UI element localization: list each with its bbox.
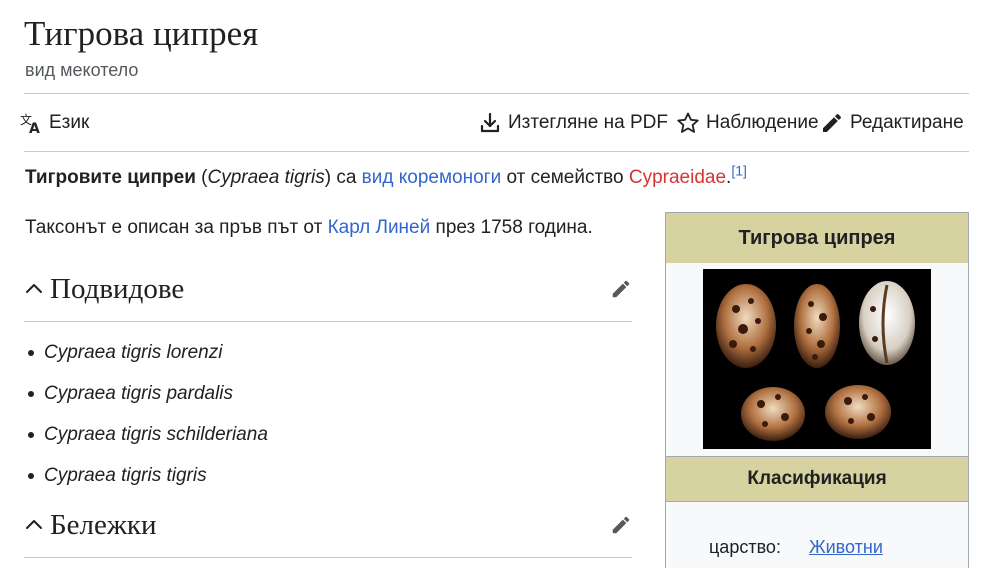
section-edit-pencil-icon[interactable] [610, 278, 632, 300]
title-divider [24, 93, 969, 94]
lead-paragraph: Тигровите ципреи (Cypraea tigris) са вид… [25, 164, 747, 192]
watch-button[interactable]: Наблюдение [676, 95, 819, 151]
para-text: през 1758 година. [430, 217, 593, 238]
taxon-paragraph: Таксонът е описан за пръв път от Карл Ли… [25, 214, 593, 242]
page-title: Тигрова ципрея [24, 14, 259, 53]
section-edit-pencil-icon[interactable] [610, 514, 632, 536]
link-species[interactable]: вид [362, 167, 394, 188]
download-icon [478, 111, 502, 135]
link-carl-linnaeus[interactable]: Карл Линей [328, 217, 431, 238]
language-label: Език [49, 112, 90, 133]
section-heading-subspecies[interactable]: Подвидове [24, 261, 632, 317]
subspecies-list: Cypraea tigris lorenzi Cypraea tigris pa… [24, 332, 268, 496]
infobox: Тигрова ципрея Класификация царство: Жив… [665, 212, 969, 568]
page-subtitle: вид мекотело [25, 60, 139, 80]
section-heading-notes[interactable]: Бележки [24, 497, 632, 553]
shell-image[interactable] [703, 269, 931, 449]
lead-latin-name: Cypraea tigris [207, 167, 325, 188]
reference-link[interactable]: [1] [731, 163, 747, 179]
lead-bold-name: Тигровите ципреи [25, 167, 196, 188]
section-divider [24, 321, 632, 322]
infobox-row-value-link[interactable]: Животни [809, 537, 883, 558]
pencil-icon [820, 111, 844, 135]
infobox-row-key: царство: [709, 537, 781, 557]
list-item: Cypraea tigris tigris [24, 455, 268, 496]
section-title: Бележки [50, 508, 157, 541]
infobox-classification-heading: Класификация [666, 456, 968, 502]
lead-text: ) са [324, 167, 362, 188]
download-pdf-button[interactable]: Изтегляне на PDF [478, 95, 668, 151]
lead-text: от семейство [501, 167, 629, 188]
list-item: Cypraea tigris schilderiana [24, 414, 268, 455]
list-item: Cypraea tigris lorenzi [24, 332, 268, 373]
link-family-cypraeidae[interactable]: Cypraeidae [629, 167, 726, 188]
edit-label: Редактиране [850, 112, 964, 133]
watch-label: Наблюдение [706, 112, 819, 133]
chevron-up-icon[interactable] [24, 279, 44, 299]
page-toolbar: 文 A Език Изтегляне на PDF Наблюдение Ред… [0, 95, 1000, 151]
download-pdf-label: Изтегляне на PDF [508, 112, 668, 133]
star-icon [676, 111, 700, 135]
infobox-title: Тигрова ципрея [666, 213, 968, 263]
section-divider [24, 557, 632, 558]
list-item: Cypraea tigris pardalis [24, 373, 268, 414]
translate-icon: 文 A [19, 111, 43, 135]
link-gastropods[interactable]: коремоноги [399, 167, 501, 188]
lead-text: ( [195, 167, 208, 188]
toolbar-divider [24, 151, 969, 152]
edit-button[interactable]: Редактиране [820, 95, 964, 151]
chevron-up-icon[interactable] [24, 515, 44, 535]
para-text: Таксонът е описан за пръв път от [25, 217, 328, 238]
language-button[interactable]: 文 A Език [19, 95, 89, 151]
svg-text:A: A [29, 121, 40, 135]
section-title: Подвидове [50, 272, 185, 305]
